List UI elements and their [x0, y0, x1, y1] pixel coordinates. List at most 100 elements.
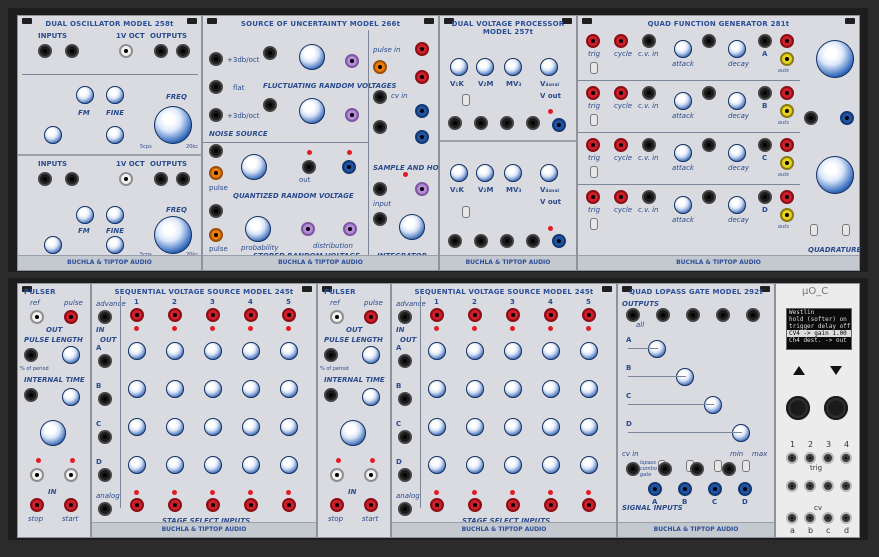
step-knob[interactable] — [280, 456, 298, 474]
stop-jack[interactable] — [330, 498, 344, 512]
out-jack[interactable] — [552, 234, 566, 248]
step-knob[interactable] — [504, 456, 522, 474]
step-knob[interactable] — [128, 418, 146, 436]
advance-jack[interactable] — [398, 310, 412, 324]
step-knob[interactable] — [242, 342, 260, 360]
level-knob[interactable] — [648, 340, 666, 358]
attack-knob[interactable] — [674, 144, 692, 162]
step-knob[interactable] — [466, 456, 484, 474]
output-jack[interactable] — [154, 172, 168, 186]
v2m-knob[interactable] — [476, 58, 494, 76]
input-jack[interactable] — [38, 44, 52, 58]
stage-jack[interactable] — [468, 498, 482, 512]
step-knob[interactable] — [280, 380, 298, 398]
analog-jack[interactable] — [98, 502, 112, 516]
cv-in-jack[interactable] — [642, 86, 656, 100]
step-knob[interactable] — [128, 380, 146, 398]
mv3-knob[interactable] — [504, 164, 522, 182]
vk-knob[interactable] — [450, 58, 468, 76]
distribution-jack[interactable] — [343, 222, 357, 236]
row-out-jack[interactable] — [398, 468, 412, 482]
cv-jack[interactable] — [209, 204, 223, 218]
wave-knob[interactable] — [44, 236, 62, 254]
step-knob[interactable] — [166, 456, 184, 474]
out-jack[interactable] — [780, 104, 794, 118]
sh-jack[interactable] — [373, 120, 387, 134]
rate-knob[interactable] — [340, 420, 366, 446]
step-knob[interactable] — [242, 418, 260, 436]
cv-in-jack[interactable] — [642, 190, 656, 204]
pulse-jack[interactable] — [364, 310, 378, 324]
step-knob[interactable] — [428, 418, 446, 436]
row-out-jack[interactable] — [398, 392, 412, 406]
cv-jack[interactable] — [822, 480, 834, 492]
step-knob[interactable] — [204, 380, 222, 398]
step-knob[interactable] — [204, 418, 222, 436]
quadrature-jack[interactable] — [840, 111, 854, 125]
stage-jack[interactable] — [506, 498, 520, 512]
pulse-jack[interactable] — [64, 310, 78, 324]
cv-jack[interactable] — [263, 46, 277, 60]
out-jack[interactable] — [746, 308, 760, 322]
cv-jack[interactable] — [804, 512, 816, 524]
cv-in-jack[interactable] — [702, 34, 716, 48]
output-jack[interactable] — [176, 172, 190, 186]
cv-in-jack[interactable] — [758, 86, 772, 100]
out-jack[interactable] — [626, 308, 640, 322]
cv-in-jack[interactable] — [642, 34, 656, 48]
distribution-jack[interactable] — [301, 222, 315, 236]
analog-jack[interactable] — [398, 502, 412, 516]
stage-jack[interactable] — [168, 498, 182, 512]
stop-button[interactable] — [330, 468, 344, 482]
step-jack[interactable] — [130, 308, 144, 322]
out-jack[interactable] — [780, 156, 794, 170]
step-knob[interactable] — [166, 342, 184, 360]
trig-jack[interactable] — [586, 86, 600, 100]
step-knob[interactable] — [428, 456, 446, 474]
step-jack[interactable] — [282, 308, 296, 322]
step-knob[interactable] — [466, 342, 484, 360]
timbre-knob[interactable] — [106, 236, 124, 254]
decay-knob[interactable] — [728, 144, 746, 162]
cycle-jack[interactable] — [614, 190, 628, 204]
input-jack[interactable] — [65, 44, 79, 58]
pulse-length-knob[interactable] — [362, 346, 380, 364]
row-out-jack[interactable] — [98, 468, 112, 482]
cv-in-jack[interactable] — [758, 34, 772, 48]
v2m-knob[interactable] — [476, 164, 494, 182]
cv-jack[interactable] — [324, 348, 338, 362]
cycle-toggle[interactable] — [590, 218, 598, 230]
cycle-jack[interactable] — [614, 138, 628, 152]
cv-jack[interactable] — [474, 234, 488, 248]
step-knob[interactable] — [580, 342, 598, 360]
advance-jack[interactable] — [98, 310, 112, 324]
out-jack[interactable] — [686, 308, 700, 322]
v4-knob[interactable] — [540, 58, 558, 76]
decay-knob[interactable] — [728, 92, 746, 110]
output-jack[interactable] — [176, 44, 190, 58]
time-knob[interactable] — [62, 388, 80, 406]
cycle-toggle[interactable] — [590, 114, 598, 126]
row-out-jack[interactable] — [98, 392, 112, 406]
mv3-knob[interactable] — [504, 58, 522, 76]
input-jack[interactable] — [373, 182, 387, 196]
step-knob[interactable] — [166, 380, 184, 398]
step-knob[interactable] — [204, 456, 222, 474]
right-encoder[interactable] — [824, 396, 848, 420]
cycle-jack[interactable] — [614, 86, 628, 100]
cv-in-jack[interactable] — [702, 138, 716, 152]
step-knob[interactable] — [580, 380, 598, 398]
cv-in-jack[interactable] — [758, 138, 772, 152]
signal-in-jack[interactable] — [738, 482, 752, 496]
cv-jack[interactable] — [24, 388, 38, 402]
trig-jack[interactable] — [586, 34, 600, 48]
freq-knob[interactable] — [154, 216, 192, 254]
trig-jack[interactable] — [586, 138, 600, 152]
decay-knob[interactable] — [728, 196, 746, 214]
step-knob[interactable] — [466, 418, 484, 436]
fluct-out-jack[interactable] — [345, 108, 359, 122]
cv-in-jack[interactable] — [642, 138, 656, 152]
noise-jack[interactable] — [209, 52, 223, 66]
step-knob[interactable] — [280, 342, 298, 360]
out-jack[interactable] — [780, 52, 794, 66]
